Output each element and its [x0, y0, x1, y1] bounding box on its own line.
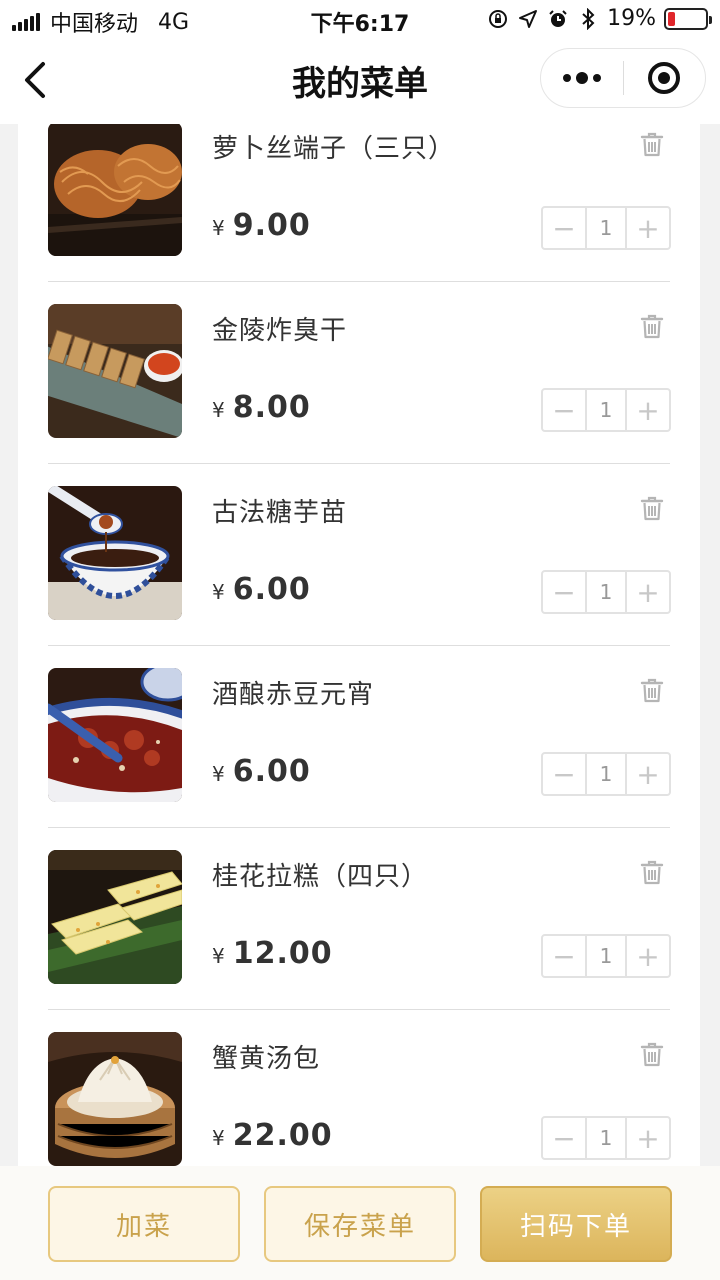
price-value: 6.00 — [232, 754, 311, 789]
price-value: 8.00 — [232, 390, 311, 425]
signal-strength-icon — [12, 13, 40, 31]
quantity-stepper: −1 + — [541, 570, 671, 614]
currency-symbol: ¥ — [212, 1126, 225, 1150]
dish-image[interactable] — [48, 668, 182, 802]
menu-item: 萝卜丝端子（三只） ¥9.00 −1 + — [18, 124, 700, 282]
dish-image[interactable] — [48, 486, 182, 620]
delete-dish-button[interactable] — [638, 130, 666, 158]
quantity-stepper: −1 + — [541, 206, 671, 250]
price-value: 12.00 — [232, 936, 333, 971]
more-button[interactable] — [541, 49, 623, 107]
quantity-value[interactable]: 1 — [585, 208, 627, 248]
mini-program-capsule — [540, 48, 706, 108]
increase-quantity-button[interactable]: + — [627, 208, 669, 248]
quantity-stepper: −1 + — [541, 752, 671, 796]
trash-icon — [638, 314, 666, 344]
quantity-value[interactable]: 1 — [585, 572, 627, 612]
navigation-bar: 我的菜单 — [0, 40, 720, 124]
increase-quantity-button[interactable]: + — [627, 572, 669, 612]
dish-image[interactable] — [48, 850, 182, 984]
quantity-stepper: −1 + — [541, 934, 671, 978]
price-value: 22.00 — [232, 1118, 333, 1153]
quantity-stepper: −1 + — [541, 1116, 671, 1160]
menu-item: 桂花拉糕（四只） ¥12.00 −1 + — [18, 828, 700, 1010]
add-dish-button[interactable]: 加菜 — [48, 1186, 240, 1262]
network-label: 4G — [158, 9, 190, 35]
decrease-quantity-button[interactable]: − — [543, 208, 585, 248]
price-value: 9.00 — [232, 208, 311, 243]
dish-name: 蟹黄汤包 — [212, 1044, 321, 1074]
currency-symbol: ¥ — [212, 580, 225, 604]
quantity-value[interactable]: 1 — [585, 754, 627, 794]
orientation-lock-icon — [487, 8, 509, 30]
dish-name: 金陵炸臭干 — [212, 316, 348, 346]
dish-name: 酒酿赤豆元宵 — [212, 680, 375, 710]
close-mini-program-button[interactable] — [624, 49, 706, 107]
increase-quantity-button[interactable]: + — [627, 936, 669, 976]
delete-dish-button[interactable] — [638, 494, 666, 522]
price-value: 6.00 — [232, 572, 311, 607]
scan-to-order-button[interactable]: 扫码下单 — [480, 1186, 672, 1262]
alarm-icon — [547, 8, 569, 30]
dish-price: ¥8.00 — [212, 390, 311, 425]
decrease-quantity-button[interactable]: − — [543, 754, 585, 794]
delete-dish-button[interactable] — [638, 1040, 666, 1068]
location-icon — [517, 8, 539, 30]
menu-item: 古法糖芋苗 ¥6.00 −1 + — [18, 464, 700, 646]
decrease-quantity-button[interactable]: − — [543, 936, 585, 976]
quantity-value[interactable]: 1 — [585, 390, 627, 430]
delete-dish-button[interactable] — [638, 312, 666, 340]
currency-symbol: ¥ — [212, 762, 225, 786]
back-button[interactable] — [14, 60, 54, 100]
decrease-quantity-button[interactable]: − — [543, 390, 585, 430]
trash-icon — [638, 860, 666, 890]
dish-image[interactable] — [48, 304, 182, 438]
quantity-stepper: −1 + — [541, 388, 671, 432]
currency-symbol: ¥ — [212, 398, 225, 422]
trash-icon — [638, 1042, 666, 1072]
quantity-value[interactable]: 1 — [585, 936, 627, 976]
dish-image[interactable] — [48, 1032, 182, 1166]
battery-icon — [664, 7, 712, 30]
delete-dish-button[interactable] — [638, 858, 666, 886]
dish-name: 古法糖芋苗 — [212, 498, 348, 528]
bottom-action-bar: 加菜 保存菜单 扫码下单 — [0, 1166, 720, 1280]
currency-symbol: ¥ — [212, 216, 225, 240]
carrier-label: 中国移动 — [50, 12, 139, 37]
dish-price: ¥22.00 — [212, 1118, 333, 1153]
save-menu-button[interactable]: 保存菜单 — [264, 1186, 456, 1262]
delete-dish-button[interactable] — [638, 676, 666, 704]
dish-image[interactable] — [48, 124, 182, 256]
trash-icon — [638, 496, 666, 526]
menu-item: 酒酿赤豆元宵 ¥6.00 −1 + — [18, 646, 700, 828]
menu-list: 萝卜丝端子（三只） ¥9.00−1 + 金陵炸臭干 ¥8.00−1 + 古法糖芋苗 ¥6.00… — [18, 124, 700, 1166]
increase-quantity-button[interactable]: + — [627, 754, 669, 794]
trash-icon — [638, 132, 666, 162]
increase-quantity-button[interactable]: + — [627, 1118, 669, 1158]
dish-price: ¥9.00 — [212, 208, 311, 243]
status-bar: 中国移动 4G 下午6:17 19% — [0, 0, 720, 40]
more-dots-icon — [575, 72, 588, 84]
quantity-value[interactable]: 1 — [585, 1118, 627, 1158]
target-close-icon — [648, 62, 681, 94]
menu-item: 蟹黄汤包 ¥22.00 −1 + — [18, 1010, 700, 1166]
dish-price: ¥6.00 — [212, 754, 311, 789]
trash-icon — [638, 678, 666, 708]
dish-price: ¥6.00 — [212, 572, 311, 607]
decrease-quantity-button[interactable]: − — [543, 1118, 585, 1158]
bluetooth-icon — [577, 7, 599, 30]
decrease-quantity-button[interactable]: − — [543, 572, 585, 612]
battery-percent: 19% — [607, 6, 656, 31]
increase-quantity-button[interactable]: + — [627, 390, 669, 430]
dish-name: 桂花拉糕（四只） — [212, 862, 429, 892]
dish-price: ¥12.00 — [212, 936, 333, 971]
menu-item: 金陵炸臭干 ¥8.00 −1 + — [18, 282, 700, 464]
chevron-left-icon — [25, 62, 45, 98]
dish-name: 萝卜丝端子（三只） — [212, 134, 456, 164]
currency-symbol: ¥ — [212, 944, 225, 968]
